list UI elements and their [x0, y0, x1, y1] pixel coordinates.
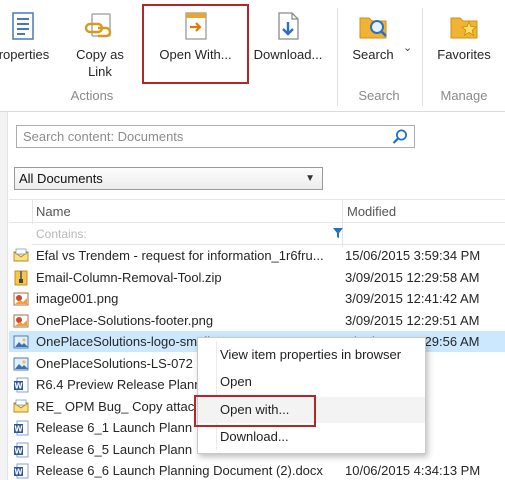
view-select-value: All Documents [19, 171, 103, 186]
search-folder-icon [359, 17, 387, 39]
menu-item-open[interactable]: Open [198, 369, 425, 395]
word-doc-icon: W [14, 420, 29, 436]
column-separator [32, 200, 33, 224]
picture-icon [13, 357, 29, 370]
file-row[interactable]: image001.png 3/09/2015 12:41:42 AM [9, 288, 505, 309]
file-row[interactable]: OnePlace-Solutions-footer.png 3/09/2015 1… [9, 310, 505, 331]
picture-icon [13, 335, 29, 349]
copy-as-link-button[interactable]: Copy as Link [66, 0, 134, 88]
search-box [16, 125, 415, 148]
file-name[interactable]: Efal vs Trendem - request for informatio… [36, 247, 324, 264]
favorites-button[interactable]: Favorites [431, 0, 497, 88]
file-name[interactable]: R6.4 Preview Release Planni [36, 376, 204, 393]
file-modified: 15/06/2015 3:59:34 PM [345, 248, 481, 263]
ribbon-separator [337, 8, 338, 106]
copy-as-label-line2: Link [88, 64, 112, 79]
search-ribbon-label: Search [352, 47, 394, 62]
manage-group-label: Manage [440, 88, 488, 103]
column-header-modified[interactable]: Modified [347, 204, 396, 219]
menu-item-view-properties[interactable]: View item properties in browser [198, 342, 425, 368]
svg-text:W: W [14, 425, 23, 434]
file-row[interactable]: Efal vs Trendem - request for informatio… [9, 245, 505, 266]
search-input[interactable] [17, 126, 387, 147]
actions-group-label: Actions [70, 88, 114, 103]
email-icon [13, 399, 29, 412]
ribbon-toolbar: roperties Copy as Link Open With... Down… [0, 0, 505, 112]
svg-text:W: W [14, 468, 23, 477]
favorites-label: Favorites [437, 47, 491, 62]
search-ribbon-button[interactable]: Search [344, 0, 402, 88]
grid-header: Name Modified [9, 199, 505, 247]
word-doc-icon: W [14, 463, 29, 479]
search-group-label: Search [358, 88, 400, 103]
image-icon [13, 292, 29, 306]
name-filter-row [32, 223, 505, 245]
name-filter-input[interactable] [36, 224, 336, 244]
file-name[interactable]: Release 6_6 Launch Planning Document (2)… [36, 462, 323, 479]
view-select[interactable]: All Documents ▼ [14, 167, 323, 190]
file-row[interactable]: W Release 6_6 Launch Planning Document (2… [9, 460, 505, 480]
svg-text:W: W [14, 382, 23, 391]
file-name[interactable]: OnePlace-Solutions-footer.png [36, 312, 213, 329]
favorites-folder-icon [450, 17, 478, 39]
column-header-name[interactable]: Name [36, 204, 71, 219]
download-button[interactable]: Download... [250, 0, 326, 88]
file-name[interactable]: Release 6_5 Launch Plann [36, 441, 192, 458]
menu-item-download[interactable]: Download... [198, 424, 425, 450]
properties-icon [12, 12, 34, 40]
file-modified: 3/09/2015 12:29:51 AM [345, 312, 480, 328]
open-with-menu-highlight-box [194, 395, 316, 427]
chevron-down-icon: ▼ [305, 173, 315, 184]
file-name[interactable]: Email-Column-Removal-Tool.zip [36, 269, 222, 286]
search-icon[interactable] [391, 128, 409, 146]
word-doc-icon: W [14, 442, 29, 457]
copy-as-label: Copy as [76, 47, 124, 62]
file-name[interactable]: OnePlaceSolutions-LS-072 [36, 355, 193, 372]
file-name[interactable]: RE_ OPM Bug_ Copy attac [36, 398, 194, 415]
svg-text:W: W [14, 446, 23, 455]
ribbon-separator [422, 8, 423, 106]
open-with-highlight-box [142, 4, 249, 84]
file-name[interactable]: Release 6_1 Launch Plann [36, 419, 192, 436]
email-icon [13, 248, 29, 262]
download-label: Download... [253, 47, 323, 62]
file-name[interactable]: image001.png [36, 290, 118, 307]
download-icon [278, 12, 299, 40]
file-row[interactable]: Email-Column-Removal-Tool.zip 3/09/2015 1… [9, 267, 505, 288]
copy-as-link-icon [84, 13, 112, 38]
file-modified: 10/06/2015 4:34:13 PM [345, 463, 481, 478]
file-modified: 3/09/2015 12:41:42 AM [345, 291, 480, 306]
word-doc-icon: W [14, 377, 29, 393]
properties-label: roperties [0, 47, 50, 62]
left-border-panel [0, 112, 8, 480]
image-icon [13, 314, 29, 327]
search-dropdown-chevron-icon[interactable]: ⌄ [403, 41, 412, 54]
properties-button[interactable]: roperties [0, 0, 60, 88]
file-modified: 3/09/2015 12:29:58 AM [345, 269, 480, 285]
zip-icon [14, 270, 28, 285]
filter-funnel-icon[interactable] [332, 227, 344, 239]
